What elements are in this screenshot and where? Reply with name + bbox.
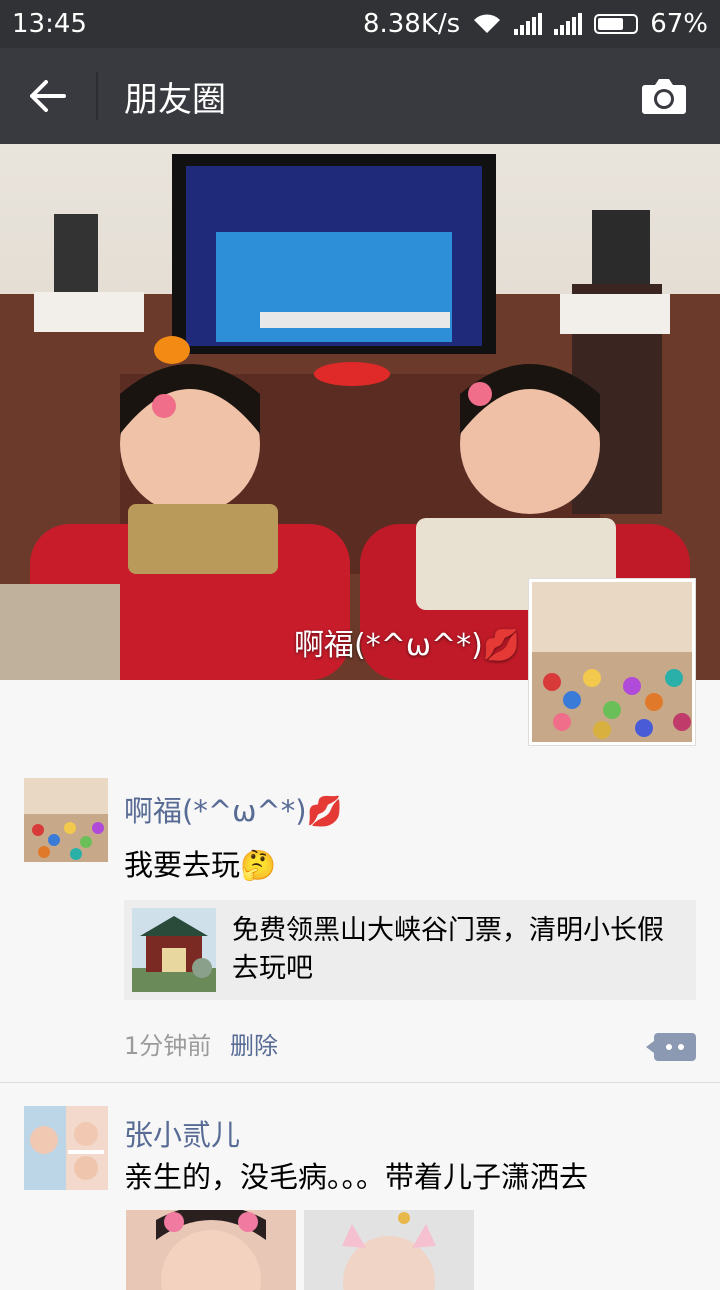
post-author-name[interactable]: 啊福(*^ω^*)💋: [124, 788, 343, 830]
status-bar: 13:45 8.38K/s 67%: [0, 0, 720, 48]
dot-icon: [666, 1044, 672, 1050]
post-photo[interactable]: [304, 1210, 474, 1290]
back-button[interactable]: [0, 48, 96, 144]
page-title: 朋友圈: [124, 79, 226, 120]
avatar-image: [24, 778, 108, 862]
delete-link[interactable]: 删除: [230, 1026, 278, 1061]
cover-user-name[interactable]: 啊福(*^ω^*)💋: [294, 620, 520, 664]
network-speed: 8.38K/s: [362, 9, 461, 39]
avatar-image: [532, 582, 692, 742]
battery-icon: [594, 14, 639, 34]
avatar-image: [24, 1106, 108, 1190]
post-time: 1分钟前: [124, 1032, 212, 1060]
photo-image: [304, 1210, 474, 1290]
navigation-bar: 朋友圈: [0, 48, 720, 144]
post-divider: [0, 1082, 720, 1083]
avatar[interactable]: [24, 778, 108, 862]
photo-image: [126, 1210, 296, 1290]
shared-link-card[interactable]: 免费领黑山大峡谷门票，清明小长假去玩吧: [124, 900, 696, 1000]
link-thumbnail-image: [132, 908, 216, 992]
signal-icon: [514, 13, 543, 35]
link-thumbnail: [132, 908, 216, 992]
camera-button[interactable]: [616, 48, 712, 144]
wifi-icon: [474, 14, 501, 33]
post-text: 我要去玩🤔: [124, 848, 277, 882]
cover-avatar[interactable]: [528, 578, 696, 746]
camera-icon: [642, 79, 686, 114]
post-author-name[interactable]: 张小贰儿: [124, 1112, 240, 1154]
link-title: 免费领黑山大峡谷门票，清明小长假去玩吧: [232, 915, 664, 984]
post-photo[interactable]: [126, 1210, 296, 1290]
post-text: 亲生的，没毛病。。。带着儿子潇洒去: [124, 1160, 589, 1194]
avatar[interactable]: [24, 1106, 108, 1190]
comment-button[interactable]: [646, 1033, 696, 1061]
dot-icon: [678, 1044, 684, 1050]
battery-percent: 67%: [650, 9, 708, 39]
signal-icon: [554, 13, 583, 35]
status-time: 13:45: [12, 9, 87, 39]
back-arrow-icon: [30, 80, 66, 112]
